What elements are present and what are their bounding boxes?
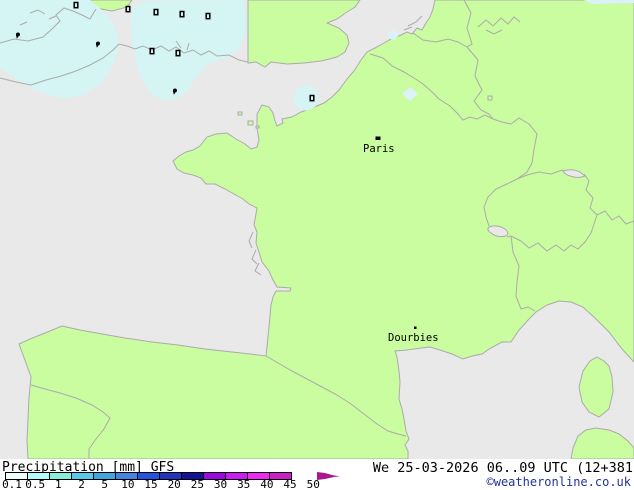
colorbar-tick: 0.1: [2, 478, 22, 490]
colorbar-tick: 20: [167, 478, 181, 490]
weather-map[interactable]: Paris Dourbies: [0, 0, 634, 459]
city-dot: [375, 136, 381, 140]
colorbar-tick: 30: [213, 478, 228, 490]
colorbar-tick: 2: [78, 478, 85, 490]
colorbar-tick: 50: [306, 478, 320, 490]
colorbar-tick: 10: [121, 478, 135, 490]
weather-map-page: Paris Dourbies Precipitation [mm] GFS We …: [0, 0, 634, 490]
legend-strip: Precipitation [mm] GFS We 25-03-2026 06.…: [0, 459, 634, 490]
city-label: Dourbies: [388, 332, 439, 344]
colorbar-tick: 25: [190, 478, 204, 490]
colorbar-tick: 35: [237, 478, 251, 490]
colorbar-tick: 15: [144, 478, 158, 490]
city-label: Paris: [363, 143, 395, 155]
precip-blob-seine-bay: [293, 85, 319, 111]
colorbar-tick: 45: [283, 478, 297, 490]
colorbar-tick: 0.5: [25, 478, 46, 490]
forecast-datetime: We 25-03-2026 06..09 UTC (12+381: [372, 460, 633, 476]
city-dot: [414, 326, 417, 329]
colorbar-tick: 5: [101, 478, 108, 490]
colorbar-tick: 1: [55, 478, 62, 490]
colorbar-tick-row: 0.1 0.5 1 2 5 10 15 20 25 30 35 40 45 50: [0, 478, 634, 490]
colorbar-tick: 40: [260, 478, 274, 490]
